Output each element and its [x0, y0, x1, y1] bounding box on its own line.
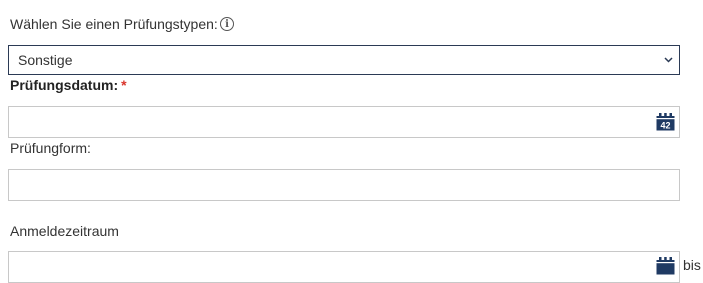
exam-type-label-text: Wählen Sie einen Prüfungstypen:: [10, 16, 218, 32]
to-label-text: bis: [683, 257, 701, 273]
calendar-icon-registration[interactable]: [656, 257, 675, 275]
exam-type-select[interactable]: Sonstige: [8, 45, 680, 75]
exam-date-label: Prüfungsdatum: *: [10, 76, 127, 94]
chevron-down-icon: [664, 46, 673, 74]
exam-form-label-text: Prüfungform:: [10, 140, 91, 156]
required-marker: *: [121, 77, 127, 93]
exam-form-label: Prüfungform:: [10, 139, 91, 157]
exam-type-selected-value: Sonstige: [18, 52, 73, 68]
info-icon[interactable]: i: [220, 17, 234, 31]
exam-date-label-text: Prüfungsdatum:: [10, 77, 119, 93]
registration-start-input[interactable]: [8, 251, 680, 283]
registration-period-label-text: Anmeldezeitraum: [10, 223, 119, 239]
exam-type-label: Wählen Sie einen Prüfungstypen:: [10, 15, 218, 33]
registration-period-label: Anmeldezeitraum: [10, 222, 119, 240]
calendar-icon[interactable]: 42: [656, 113, 675, 131]
exam-form-input[interactable]: [8, 169, 680, 201]
exam-date-input[interactable]: [8, 106, 680, 138]
calendar-icon-number: 42: [660, 121, 670, 131]
to-label: bis: [683, 257, 701, 273]
